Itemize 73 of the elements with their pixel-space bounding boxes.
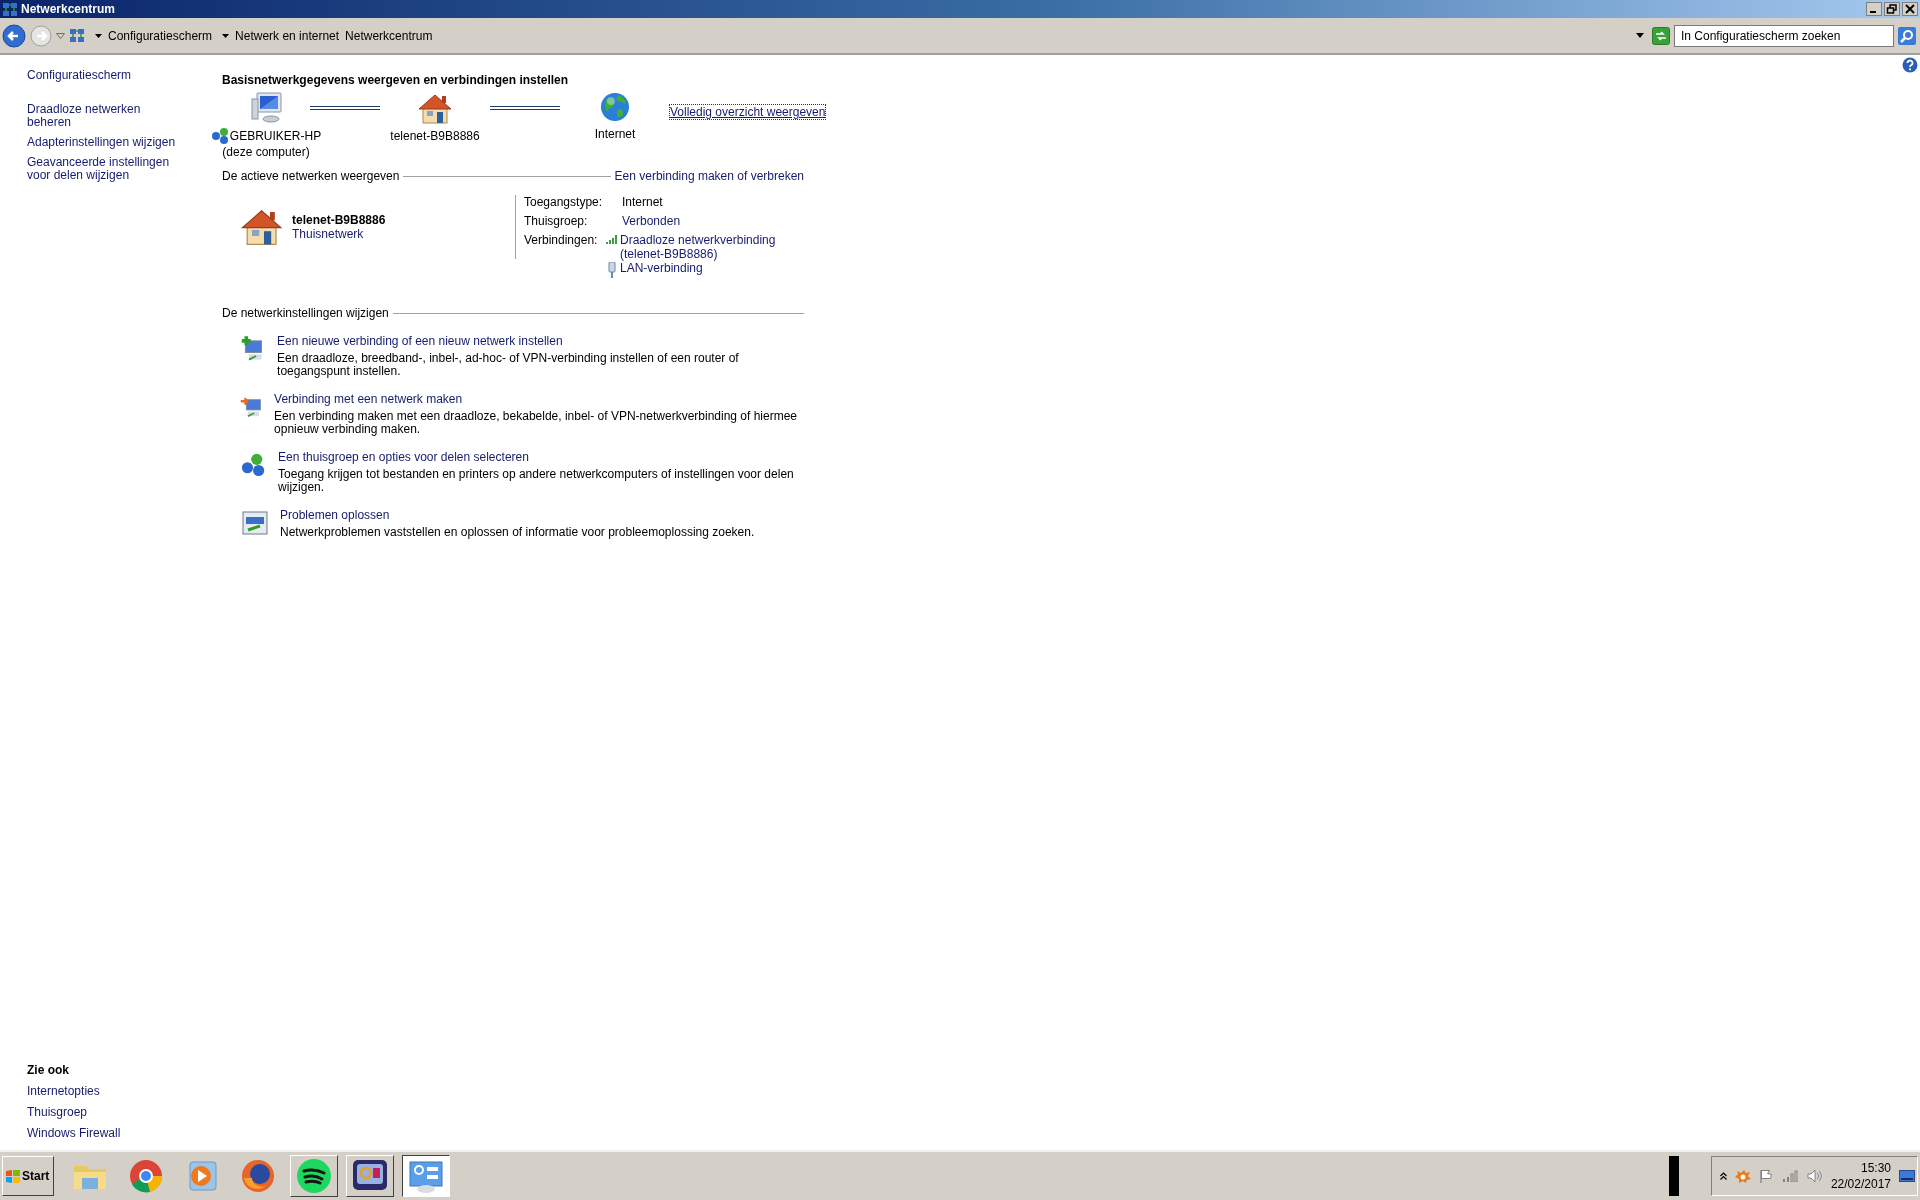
antivirus-icon[interactable]: [1734, 1169, 1751, 1183]
section-heading: De actieve netwerken weergeven: [222, 169, 400, 183]
property-label: Toegangstype:: [524, 195, 604, 209]
signal-bars-icon: [606, 234, 618, 244]
connection-link[interactable]: LAN-verbinding: [620, 261, 703, 275]
sidebar-link[interactable]: Configuratiescherm: [27, 69, 187, 82]
see-also-link[interactable]: Thuisgroep: [27, 1106, 187, 1119]
see-also-link[interactable]: Windows Firewall: [27, 1127, 187, 1140]
search-field[interactable]: In Configuratiescherm zoeken: [1674, 24, 1894, 47]
globe-icon[interactable]: [599, 91, 631, 123]
task-description: Een verbinding maken met een draadloze, bekabelde, inbel- of VPN-netwerkverbinding of hiermee opnieuw verbinding maken.: [274, 410, 799, 436]
page-heading: Basisnetwerkgegevens weergeven en verbindingen instellen: [222, 73, 570, 87]
task-description: Toegang krijgen tot bestanden en printers op andere netwerkcomputers of instellingen voor delen wijzigen.: [278, 468, 795, 494]
flag-icon[interactable]: [1758, 1169, 1775, 1183]
connect-disconnect-link[interactable]: Een verbinding maken of verbreken: [614, 169, 804, 183]
troubleshoot-icon: [240, 508, 268, 536]
network-center-icon: [69, 28, 85, 43]
taskbar-separator: [1668, 1156, 1679, 1196]
property-value: Internet: [621, 195, 664, 209]
task-description: Netwerkproblemen vaststellen en oplossen of informatie voor probleemoplossing zoeken.: [280, 526, 755, 539]
minimize-icon[interactable]: [1866, 2, 1882, 16]
caret-icon[interactable]: [222, 33, 230, 38]
clock-time[interactable]: 15:30: [1860, 1160, 1891, 1176]
search-icon[interactable]: [1898, 26, 1916, 45]
connection-link[interactable]: Draadloze netwerkverbinding (telenet-B9B8886): [620, 233, 776, 261]
caret-icon[interactable]: [1636, 33, 1644, 38]
help-icon[interactable]: [1902, 57, 1918, 73]
network-center-icon: [2, 1, 18, 17]
signal-bars-icon[interactable]: [1782, 1170, 1799, 1182]
property-label: Verbindingen:: [524, 233, 599, 249]
see-also-heading: Zie ook: [27, 1063, 70, 1077]
show-desktop-icon[interactable]: [1899, 1169, 1915, 1183]
full-map-link[interactable]: Volledig overzicht weergeven: [670, 105, 826, 119]
music-app-icon[interactable]: [294, 1156, 334, 1196]
task-description: Een draadloze, breedband-, inbel-, ad-hoc- of VPN-verbinding instellen of een router of toegangspunt instellen.: [277, 352, 740, 378]
address-field[interactable]: Configuratiescherm Netwerk en internet Netwerkcentrum: [69, 23, 1648, 48]
property-label: Thuisgroep:: [524, 214, 589, 228]
close-icon[interactable]: [1902, 2, 1918, 16]
node-label: GEBRUIKER-HP: [229, 129, 322, 143]
dropdown-icon[interactable]: [56, 32, 65, 39]
breadcrumb[interactable]: Netwerk en internet: [235, 28, 340, 43]
network-cable-icon: [606, 262, 618, 278]
node-sublabel: (deze computer): [222, 145, 310, 159]
computer-icon[interactable]: [249, 91, 283, 123]
window-title: Netwerkcentrum: [21, 2, 117, 16]
network-icon: [210, 127, 229, 145]
restore-icon[interactable]: [1884, 2, 1900, 16]
windows-logo-icon: [6, 1169, 20, 1183]
network-type-link[interactable]: Thuisnetwerk: [292, 227, 386, 241]
sidebar-link[interactable]: Draadloze netwerken beheren: [27, 103, 187, 129]
clock-date[interactable]: 22/02/2017: [1830, 1176, 1891, 1192]
section-heading: De netwerkinstellingen wijzigen: [222, 306, 389, 320]
node-label: Internet: [594, 127, 636, 141]
back-icon[interactable]: [2, 23, 26, 48]
start-button[interactable]: Start: [2, 1156, 54, 1196]
breadcrumb[interactable]: Configuratiescherm: [108, 28, 213, 43]
sidebar-link[interactable]: Adapterinstellingen wijzigen: [27, 136, 187, 149]
sidebar-link[interactable]: Geavanceerde instellingen voor delen wijzigen: [27, 156, 187, 182]
show-hidden-icons-icon[interactable]: [1719, 1172, 1727, 1180]
caret-icon[interactable]: [95, 33, 102, 38]
task-link[interactable]: Een thuisgroep en opties voor delen selecteren: [278, 450, 804, 464]
connection-line: [490, 106, 560, 110]
homegroup-link[interactable]: Verbonden: [606, 214, 776, 228]
speaker-icon[interactable]: [1806, 1169, 1823, 1183]
network-name: telenet-B9B8886: [292, 213, 386, 227]
breadcrumb[interactable]: Netwerkcentrum: [345, 28, 433, 43]
node-label: telenet-B9B8886: [390, 129, 480, 143]
refresh-icon[interactable]: [1652, 26, 1670, 45]
see-also-link[interactable]: Internetopties: [27, 1085, 187, 1098]
task-link[interactable]: Verbinding met een netwerk maken: [274, 392, 804, 406]
task-link[interactable]: Problemen oplossen: [280, 508, 755, 522]
task-link[interactable]: Een nieuwe verbinding of een nieuw netwerk instellen: [277, 334, 804, 348]
connection-line: [310, 106, 380, 110]
